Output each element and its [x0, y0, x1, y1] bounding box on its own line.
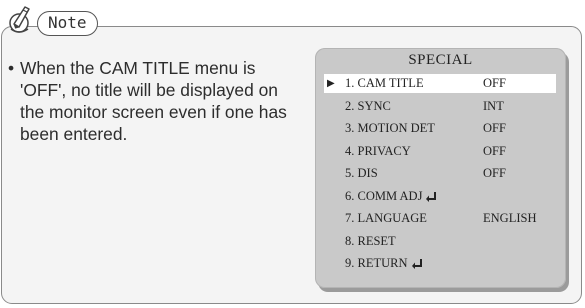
menu-item[interactable]: 5. DIS OFF: [324, 164, 556, 183]
menu-item[interactable]: 8. RESET: [324, 232, 556, 251]
menu-item-label: 8. RESET: [345, 233, 396, 248]
menu-item-label: 2. SYNC: [345, 98, 391, 113]
menu-item-value: OFF: [483, 76, 506, 90]
selection-arrow-icon: ▶: [327, 78, 335, 89]
menu-item-label: 7. LANGUAGE: [345, 211, 427, 225]
enter-icon: [411, 259, 422, 270]
menu-item[interactable]: 4. PRIVACY OFF: [324, 142, 556, 161]
menu-item-value: OFF: [483, 121, 506, 135]
menu-item-label: 4. PRIVACY: [345, 143, 411, 158]
menu-item[interactable]: 2. SYNC INT: [324, 97, 556, 116]
menu-item-label: 9. RETURN: [345, 254, 422, 273]
menu-item[interactable]: 9. RETURN: [324, 254, 556, 273]
note-text: • When the CAM TITLE menu is 'OFF', no t…: [8, 57, 298, 145]
menu-item[interactable]: ▶ 1. CAM TITLE OFF: [324, 74, 556, 93]
menu-item-label: 6. COMM ADJ: [345, 187, 437, 206]
note-label: Note: [37, 11, 98, 36]
pencil-icon: [9, 6, 30, 33]
menu-item-value: OFF: [483, 143, 506, 158]
menu-item-value: ENGLISH: [483, 211, 537, 225]
menu-item-value: INT: [483, 98, 504, 113]
menu-item[interactable]: 3. MOTION DET OFF: [324, 119, 556, 138]
menu-item[interactable]: 6. COMM ADJ: [324, 187, 556, 206]
menu-item-label: 5. DIS: [345, 166, 378, 180]
note-header: Note: [0, 0, 160, 44]
menu-item-label: 1. CAM TITLE: [345, 76, 424, 90]
bullet: •: [8, 58, 15, 78]
menu-item-value: OFF: [483, 166, 506, 180]
menu-item[interactable]: 7. LANGUAGE ENGLISH: [324, 209, 556, 228]
enter-icon: [426, 191, 437, 202]
osd-menu-title: SPECIAL: [408, 52, 473, 68]
osd-menu-panel: SPECIAL ▶ 1. CAM TITLE OFF 2. SYNC INT 3. MOT…: [315, 48, 566, 288]
note-body: When the CAM TITLE menu is 'OFF', no tit…: [20, 58, 287, 144]
menu-item-label: 3. MOTION DET: [345, 121, 435, 135]
